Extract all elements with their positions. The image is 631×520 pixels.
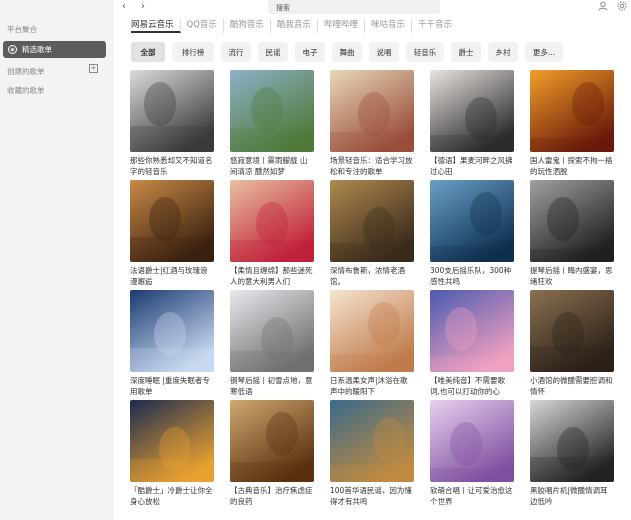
playlist-card[interactable]: 钢琴后摇丨初雪点地，意寒低语 bbox=[230, 290, 314, 397]
tab-platform[interactable]: 网易云音乐 bbox=[131, 19, 181, 33]
playlist-title[interactable]: 深情布鲁斯，浓情老酒馆。 bbox=[330, 265, 414, 287]
playlist-card[interactable]: 悠寂意境丨雾雨朦胧 山间清凉 醺然如梦 bbox=[230, 70, 314, 177]
tab-platform[interactable]: 酷狗音乐 bbox=[224, 19, 271, 33]
playlist-card[interactable]: 日系温柔女声|沐浴在歌声中的暖阳下 bbox=[330, 290, 414, 397]
playlist-cover-image[interactable] bbox=[430, 400, 514, 482]
playlist-title[interactable]: 【柔情且缠绵】那些迷死人的意大利男人们 bbox=[230, 265, 314, 287]
category-pill[interactable]: 轻音乐 bbox=[406, 42, 444, 62]
playlist-cover-image[interactable] bbox=[130, 180, 214, 262]
playlist-title[interactable]: 日系温柔女声|沐浴在歌声中的暖阳下 bbox=[330, 375, 414, 397]
playlist-cover-image[interactable] bbox=[230, 290, 314, 372]
playlist-card[interactable]: 提琴后摇丨晦内盛宴，思绪狂欢 bbox=[530, 180, 614, 287]
playlist-cover-image[interactable] bbox=[230, 180, 314, 262]
playlist-title[interactable]: 深度睡眠 |重度失眠者专用歌单 bbox=[130, 375, 214, 397]
sidebar-item-created-playlists[interactable]: 创建的歌单 bbox=[7, 66, 45, 77]
add-playlist-icon[interactable]: + bbox=[89, 64, 98, 73]
disc-icon: ◉ bbox=[8, 45, 17, 54]
category-pill[interactable]: 流行 bbox=[221, 42, 251, 62]
platform-tabs: 网易云音乐 QQ音乐 酷狗音乐 酷我音乐 哔哩哔哩 咪咕音乐 千千音乐 bbox=[131, 19, 458, 33]
playlist-cover-image[interactable] bbox=[230, 400, 314, 482]
playlist-cover-image[interactable] bbox=[430, 180, 514, 262]
playlist-card[interactable]: 深情布鲁斯，浓情老酒馆。 bbox=[330, 180, 414, 287]
playlist-title[interactable]: 国人雷鬼丨探索不拘一格的玩性洒脱 bbox=[530, 155, 614, 177]
category-pill[interactable]: 舞曲 bbox=[332, 42, 362, 62]
category-pill[interactable]: 全部 bbox=[131, 42, 165, 62]
tab-platform[interactable]: 千千音乐 bbox=[412, 19, 458, 33]
sidebar-item-label: 精选歌单 bbox=[22, 45, 52, 54]
playlist-card[interactable]: 【唯美纯音】不需要歌词,也可以打动你的心 bbox=[430, 290, 514, 397]
playlist-card[interactable]: 小酒馆的微醺需要腔调和情怀 bbox=[530, 290, 614, 397]
playlist-cover-image[interactable] bbox=[330, 290, 414, 372]
category-pill[interactable]: 说唱 bbox=[369, 42, 399, 62]
playlist-title[interactable]: 【德语】果麦河畔之风拂过心田 bbox=[430, 155, 514, 177]
playlist-cover-image[interactable] bbox=[530, 70, 614, 152]
playlist-cover-image[interactable] bbox=[330, 70, 414, 152]
search-input[interactable]: 搜索 bbox=[268, 0, 440, 14]
playlist-card[interactable]: 【柔情且缠绵】那些迷死人的意大利男人们 bbox=[230, 180, 314, 287]
playlist-card[interactable]: 国人雷鬼丨探索不拘一格的玩性洒脱 bbox=[530, 70, 614, 177]
category-pill[interactable]: 更多... bbox=[525, 42, 563, 62]
category-pill[interactable]: 乡村 bbox=[488, 42, 518, 62]
topbar: ‹ › 搜索 bbox=[114, 0, 631, 16]
playlist-title[interactable]: 【唯美纯音】不需要歌词,也可以打动你的心 bbox=[430, 375, 514, 397]
playlist-card[interactable]: 深度睡眠 |重度失眠者专用歌单 bbox=[130, 290, 214, 397]
playlist-card[interactable]: 那些你熟悉却又不知道名字的轻音乐 bbox=[130, 70, 214, 177]
sidebar-item-collected-playlists[interactable]: 收藏的歌单 bbox=[7, 85, 45, 96]
playlist-cover-image[interactable] bbox=[330, 180, 414, 262]
playlist-cover-image[interactable] bbox=[330, 400, 414, 482]
user-icon[interactable] bbox=[598, 1, 608, 14]
playlist-card[interactable]: 【古典音乐】治疗焦虑症的良药 bbox=[230, 400, 314, 507]
category-pill[interactable]: 爵士 bbox=[451, 42, 481, 62]
playlist-title[interactable]: 那些你熟悉却又不知道名字的轻音乐 bbox=[130, 155, 214, 177]
sidebar-item-featured-playlists[interactable]: ◉ 精选歌单 bbox=[3, 41, 106, 58]
playlist-title[interactable]: 【古典音乐】治疗焦虑症的良药 bbox=[230, 485, 314, 507]
playlist-cover-image[interactable] bbox=[430, 290, 514, 372]
playlist-card[interactable]: 100首华语民谣，因为懂得才有共鸣 bbox=[330, 400, 414, 507]
tab-platform[interactable]: 咪咕音乐 bbox=[365, 19, 412, 33]
playlist-card[interactable]: 【德语】果麦河畔之风拂过心田 bbox=[430, 70, 514, 177]
playlist-card[interactable]: 法语爵士|红酒与玫瑰浪漫邂逅 bbox=[130, 180, 214, 287]
playlist-title[interactable]: 软萌合唱丨让可爱治愈这个世界 bbox=[430, 485, 514, 507]
playlist-cover-image[interactable] bbox=[130, 70, 214, 152]
tab-platform[interactable]: 哔哩哔哩 bbox=[318, 19, 365, 33]
playlist-cover-image[interactable] bbox=[430, 70, 514, 152]
playlist-title[interactable]: 提琴后摇丨晦内盛宴，思绪狂欢 bbox=[530, 265, 614, 287]
playlist-card[interactable]: 黑胶唱片机|微醺情调耳边低吟 bbox=[530, 400, 614, 507]
tab-platform[interactable]: 酷我音乐 bbox=[271, 19, 318, 33]
sidebar-section-platform: 平台聚合 bbox=[7, 25, 37, 34]
category-pill[interactable]: 排行榜 bbox=[172, 42, 214, 62]
playlist-cover-image[interactable] bbox=[530, 290, 614, 372]
playlist-card[interactable]: 300支后摇乐队，300种感性共鸣 bbox=[430, 180, 514, 287]
playlist-card[interactable]: 场景轻音乐：适合学习放松和专注的歌单 bbox=[330, 70, 414, 177]
playlist-cover-image[interactable] bbox=[530, 180, 614, 262]
playlist-title[interactable]: 「酷爵士」冷爵士让你全身心放松 bbox=[130, 485, 214, 507]
forward-arrow-icon[interactable]: › bbox=[141, 1, 145, 12]
back-arrow-icon[interactable]: ‹ bbox=[122, 1, 126, 12]
category-pill[interactable]: 民谣 bbox=[258, 42, 288, 62]
playlist-title[interactable]: 法语爵士|红酒与玫瑰浪漫邂逅 bbox=[130, 265, 214, 287]
playlist-title[interactable]: 100首华语民谣，因为懂得才有共鸣 bbox=[330, 485, 414, 507]
playlist-title[interactable]: 小酒馆的微醺需要腔调和情怀 bbox=[530, 375, 614, 397]
playlist-title[interactable]: 黑胶唱片机|微醺情调耳边低吟 bbox=[530, 485, 614, 507]
playlist-card[interactable]: 软萌合唱丨让可爱治愈这个世界 bbox=[430, 400, 514, 507]
playlist-title[interactable]: 300支后摇乐队，300种感性共鸣 bbox=[430, 265, 514, 287]
category-pill[interactable]: 电子 bbox=[295, 42, 325, 62]
playlist-title[interactable]: 悠寂意境丨雾雨朦胧 山间清凉 醺然如梦 bbox=[230, 155, 314, 177]
playlist-cover-image[interactable] bbox=[530, 400, 614, 482]
tab-platform[interactable]: QQ音乐 bbox=[181, 19, 224, 33]
playlist-title[interactable]: 场景轻音乐：适合学习放松和专注的歌单 bbox=[330, 155, 414, 177]
sidebar: 平台聚合 ◉ 精选歌单 创建的歌单 + 收藏的歌单 bbox=[0, 0, 114, 520]
category-filter: 全部 排行榜 流行 民谣 电子 舞曲 说唱 轻音乐 爵士 乡村 更多... bbox=[131, 42, 570, 62]
gear-icon[interactable] bbox=[617, 1, 627, 14]
playlist-card[interactable]: 「酷爵士」冷爵士让你全身心放松 bbox=[130, 400, 214, 507]
playlist-cover-image[interactable] bbox=[130, 400, 214, 482]
playlist-cover-image[interactable] bbox=[230, 70, 314, 152]
playlist-cover-image[interactable] bbox=[130, 290, 214, 372]
playlist-title[interactable]: 钢琴后摇丨初雪点地，意寒低语 bbox=[230, 375, 314, 397]
